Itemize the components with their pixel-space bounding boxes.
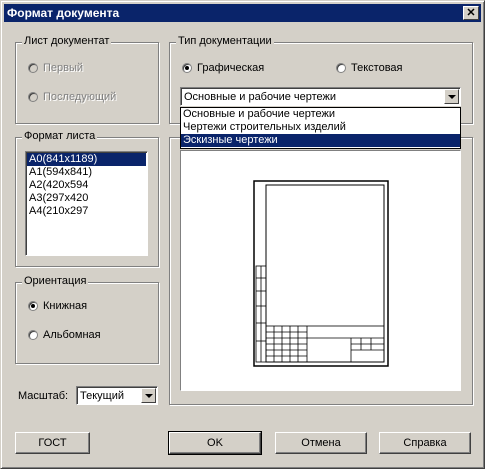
format-group-title: Формат листа [22, 130, 98, 142]
radio-portrait[interactable]: Книжная [28, 300, 87, 312]
orientation-group-title: Ориентация [22, 275, 89, 287]
orientation-group: Ориентация Книжная Альбомная [15, 275, 159, 364]
radio-subsequent-label: Последующий [43, 91, 117, 103]
doc-type-combo-value: Основные и рабочие чертежи [184, 91, 337, 103]
format-item-a0[interactable]: A0(841x1189) [27, 153, 146, 166]
scale-combo-value: Текущий [80, 390, 124, 402]
radio-text-label: Текстовая [351, 62, 403, 74]
dialog-window: Формат документа ✕ Лист документат Первы… [0, 0, 485, 469]
format-item-a3[interactable]: A3(297x420 [27, 192, 146, 205]
radio-subsequent[interactable]: Последующий [28, 91, 116, 103]
scale-label: Масштаб: [18, 390, 69, 402]
cancel-button[interactable]: Отмена [275, 432, 367, 454]
radio-portrait-label: Книжная [43, 300, 88, 312]
help-button[interactable]: Справка [379, 432, 471, 454]
close-button[interactable]: ✕ [463, 6, 479, 20]
radio-landscape-circle [28, 330, 38, 340]
gost-button[interactable]: ГОСТ [15, 432, 90, 454]
chevron-down-icon[interactable] [141, 388, 156, 403]
doc-type-dropdown-list: Основные и рабочие чертежи Чертежи строи… [180, 107, 461, 149]
ok-button[interactable]: OK [168, 431, 262, 455]
dropdown-option-sketch[interactable]: Эскизные чертежи [181, 134, 460, 147]
window-title: Формат документа [7, 6, 120, 20]
radio-first-circle [28, 63, 38, 73]
format-item-a4[interactable]: A4(210x297 [27, 205, 146, 218]
radio-graphic[interactable]: Графическая [182, 62, 264, 74]
radio-graphic-circle [182, 63, 192, 73]
radio-graphic-label: Графическая [197, 62, 265, 74]
radio-first[interactable]: Первый [28, 62, 83, 74]
format-item-a2[interactable]: A2(420x594 [27, 179, 146, 192]
dropdown-option-construction[interactable]: Чертежи строительных изделий [181, 121, 460, 134]
radio-landscape-label: Альбомная [43, 329, 101, 341]
doc-type-combo[interactable]: Основные и рабочие чертежи [180, 87, 461, 106]
sheet-preview [180, 150, 461, 391]
format-listbox[interactable]: A0(841x1189) A1(594x841) A2(420x594 A3(2… [25, 151, 148, 256]
scale-combo[interactable]: Текущий [76, 386, 158, 405]
radio-text-circle [336, 63, 346, 73]
sheet-group: Лист документат Первый Последующий [15, 35, 159, 124]
radio-portrait-circle [28, 301, 38, 311]
radio-subsequent-circle [28, 92, 38, 102]
radio-landscape[interactable]: Альбомная [28, 329, 101, 341]
sheet-group-title: Лист документат [22, 35, 112, 47]
chevron-down-icon[interactable] [444, 89, 459, 104]
radio-text[interactable]: Текстовая [336, 62, 402, 74]
format-item-a1[interactable]: A1(594x841) [27, 166, 146, 179]
sheet-drawing [253, 180, 389, 367]
dropdown-option-main[interactable]: Основные и рабочие чертежи [181, 108, 460, 121]
title-bar[interactable]: Формат документа ✕ [4, 4, 481, 22]
radio-first-label: Первый [43, 62, 84, 74]
doc-type-group-title: Тип документации [176, 35, 274, 47]
